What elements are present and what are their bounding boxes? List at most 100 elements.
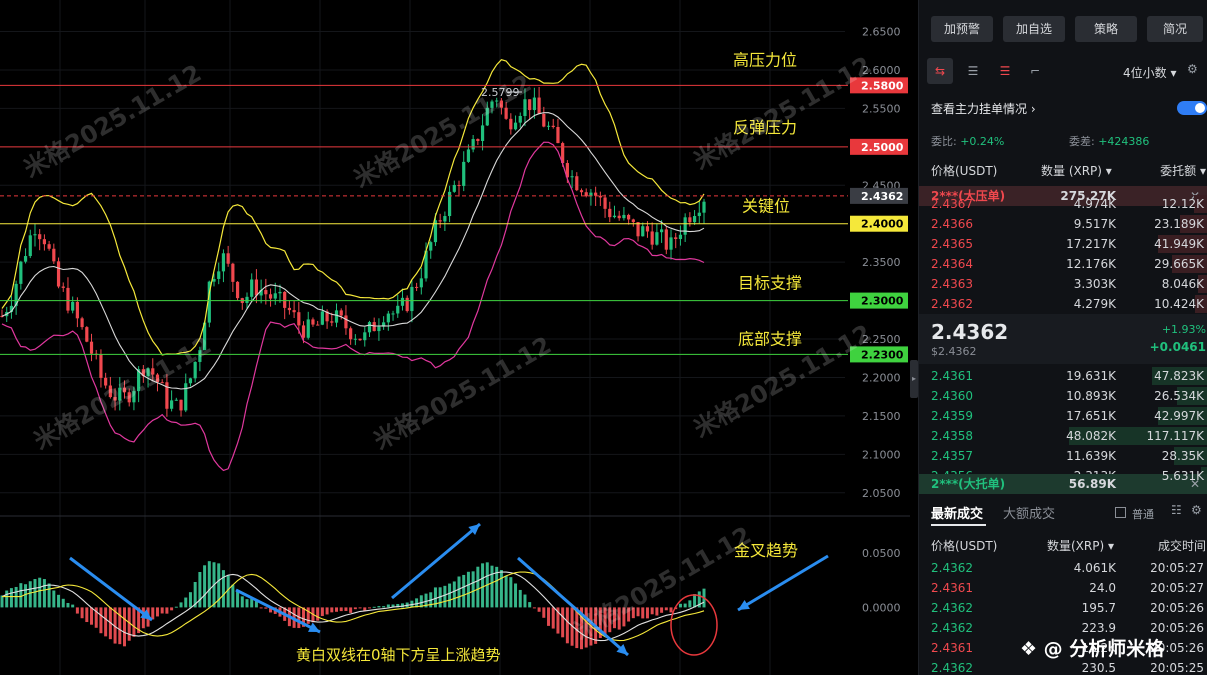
macd-bar (198, 571, 202, 608)
price-tick-label: 2.5500 (862, 102, 901, 115)
bid-row[interactable]: 2.4361 19.631K 47.823K (919, 366, 1207, 386)
filter-icon[interactable]: ☷ (1171, 503, 1182, 517)
candle-body (273, 293, 277, 299)
candle-body (674, 237, 678, 240)
bid-row[interactable]: 2.4357 11.639K 28.35K (919, 446, 1207, 466)
candle-body (264, 290, 268, 295)
candle-body (655, 232, 659, 245)
candle-body (311, 319, 315, 325)
macd-bar (316, 607, 320, 621)
bid-row[interactable]: 2.4358 48.082K 117.117K (919, 426, 1207, 446)
change-pct: +1.93% (1161, 323, 1206, 336)
price-chart-svg[interactable]: 2.65002.60002.55002.50002.45002.40002.35… (0, 0, 910, 675)
candle-body (532, 97, 536, 111)
tab-latest-trades[interactable]: 最新成交 (931, 503, 983, 522)
level-annotation: 高压力位 (733, 50, 797, 69)
macd-bar (532, 607, 536, 609)
candle-body (367, 322, 372, 333)
macd-bar (471, 571, 475, 608)
bid-amount: 28.35K (1161, 449, 1204, 463)
macd-bar (462, 574, 466, 608)
ask-row[interactable]: 2.4363 3.303K 8.046K (919, 274, 1207, 294)
candle-body (678, 234, 683, 240)
candle-body (452, 185, 456, 192)
normal-checkbox[interactable] (1115, 507, 1126, 518)
ask-qty: 17.217K (1066, 237, 1116, 251)
macd-bar (565, 607, 569, 644)
candle-body (297, 312, 301, 326)
macd-bar (207, 561, 211, 608)
ask-price: 2.4367 (931, 197, 973, 211)
candle-body (419, 278, 423, 288)
macd-bar (693, 594, 697, 608)
decimals-select[interactable]: 4位小数 ▾ (1123, 64, 1177, 81)
trend-arrow (737, 554, 829, 612)
main-order-toggle-label[interactable]: 查看主力挂单情况 › (931, 100, 1036, 117)
candle-body (438, 220, 442, 222)
col-amount[interactable]: 委托额 ▾ (1160, 162, 1206, 179)
favorite-button[interactable]: 加自选 (1003, 16, 1065, 42)
macd-bar (306, 607, 310, 624)
trade-time: 20:05:27 (1150, 581, 1204, 595)
orderbook-bid-icon[interactable]: ⌐ (1027, 64, 1043, 78)
trades-col-qty[interactable]: 数量(XRP) ▾ (1047, 537, 1114, 554)
normal-label: 普通 (1132, 508, 1154, 521)
candle-body (457, 185, 461, 187)
macd-bar (678, 603, 682, 608)
ask-row[interactable]: 2.4365 17.217K 41.949K (919, 234, 1207, 254)
ask-row[interactable]: 2.4367 4.974K 12.12K (919, 194, 1207, 214)
candle-body (518, 115, 522, 123)
candle-body (523, 99, 527, 116)
ask-price: 2.4362 (931, 297, 973, 311)
bid-row[interactable]: 2.4360 10.893K 26.534K (919, 386, 1207, 406)
ask-amount: 23.189K (1154, 217, 1204, 231)
settings-icon[interactable]: ⚙ (1187, 62, 1198, 76)
bid-row[interactable]: 2.4359 17.651K 42.997K (919, 406, 1207, 426)
decimals-value: 4位小数 (1123, 66, 1167, 80)
candle-body (688, 217, 692, 223)
main-order-toggle[interactable] (1177, 101, 1207, 115)
candle-body (184, 383, 188, 411)
level-tag-label: 2.3000 (861, 295, 904, 308)
alert-button[interactable]: 加预警 (931, 16, 993, 42)
tab-large-trades[interactable]: 大额成交 (1003, 503, 1055, 522)
macd-bar (551, 607, 555, 629)
chart-area[interactable]: 2.65002.60002.55002.50002.45002.40002.35… (0, 0, 910, 675)
candle-body (268, 294, 273, 299)
candle-body (334, 310, 339, 323)
level-annotation: 底部支撑 (738, 329, 802, 348)
macd-annotation: 黄白双线在0轴下方呈上涨趋势 (296, 646, 501, 664)
price-tick-label: 2.2000 (862, 371, 901, 384)
view-both-tab[interactable]: ⇆ (927, 58, 953, 84)
bid-price: 2.4361 (931, 369, 973, 383)
orderbook-ask-icon[interactable]: ☰ (997, 64, 1013, 78)
candle-body (396, 305, 400, 314)
change-abs: +0.0461 (1149, 340, 1206, 354)
panel-resize-handle[interactable]: ▸ (910, 360, 918, 398)
trade-qty: 4.061K (1073, 561, 1116, 575)
ask-row[interactable]: 2.4364 12.176K 29.665K (919, 254, 1207, 274)
macd-bar (353, 607, 357, 610)
ask-row[interactable]: 2.4366 9.517K 23.189K (919, 214, 1207, 234)
watermark-text: 米格2025.11.12 (349, 69, 536, 193)
price-tick-label: 2.1500 (862, 410, 901, 423)
ask-amount: 12.12K (1161, 197, 1204, 211)
candle-body (462, 161, 466, 186)
ask-row[interactable]: 2.4362 4.279K 10.424K (919, 294, 1207, 314)
macd-bar (132, 607, 136, 637)
bid-price: 2.4360 (931, 389, 973, 403)
level-tag-label: 2.4362 (861, 190, 903, 203)
settings-icon[interactable]: ⚙ (1191, 503, 1202, 517)
overview-button[interactable]: 简况 (1147, 16, 1203, 42)
author-badge: ❖ @ 分析师米格 (1020, 634, 1164, 661)
macd-bar (188, 592, 192, 608)
ask-qty: 3.303K (1073, 277, 1116, 291)
orderbook-list-icon[interactable]: ☰ (965, 64, 981, 78)
ask-qty: 12.176K (1066, 257, 1116, 271)
price-tick-label: 2.6500 (862, 26, 901, 39)
logo-icon: ❖ @ (1020, 638, 1070, 660)
candle-body (104, 377, 108, 386)
candle-body (579, 190, 584, 193)
strategy-button[interactable]: 策略 (1075, 16, 1137, 42)
col-qty[interactable]: 数量 (XRP) ▾ (1041, 162, 1112, 179)
